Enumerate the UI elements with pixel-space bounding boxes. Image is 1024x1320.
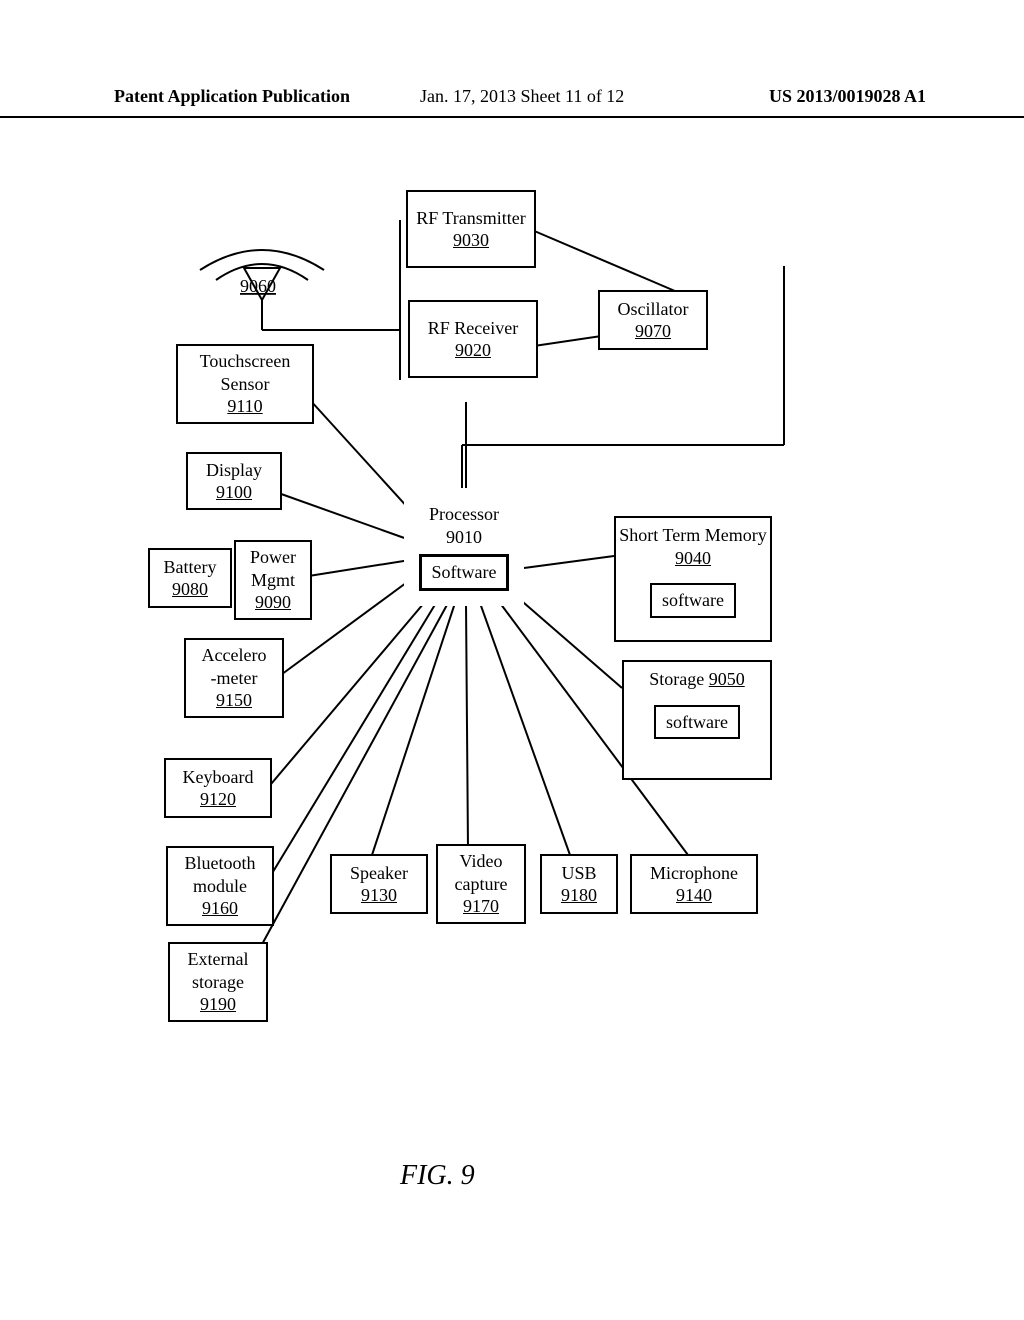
label: USB <box>561 862 596 885</box>
ref: 9100 <box>216 481 252 504</box>
label: Power Mgmt <box>236 546 310 591</box>
block-oscillator: Oscillator 9070 <box>598 290 708 350</box>
block-accelerometer: Accelero -meter 9150 <box>184 638 284 718</box>
label: Touchscreen Sensor <box>178 350 312 395</box>
label-line2: -meter <box>211 667 258 690</box>
ref: 9130 <box>361 884 397 907</box>
label: Speaker <box>350 862 408 885</box>
ref: 9080 <box>172 578 208 601</box>
ref: 9110 <box>227 395 262 418</box>
ref: 9020 <box>455 339 491 362</box>
label: Display <box>206 459 262 482</box>
ref: 9090 <box>255 591 291 614</box>
ref: 9150 <box>216 689 252 712</box>
label: Keyboard <box>183 766 254 789</box>
label: Storage <box>649 669 704 689</box>
label: Oscillator <box>618 298 689 321</box>
block-bluetooth: Bluetooth module 9160 <box>166 846 274 926</box>
block-microphone: Microphone 9140 <box>630 854 758 914</box>
block-power-mgmt: Power Mgmt 9090 <box>234 540 312 620</box>
label: Short Term Memory <box>619 525 766 545</box>
block-rf-receiver: RF Receiver 9020 <box>408 300 538 378</box>
stm-software: software <box>650 583 736 618</box>
block-usb: USB 9180 <box>540 854 618 914</box>
ref: 9160 <box>202 897 238 920</box>
block-speaker: Speaker 9130 <box>330 854 428 914</box>
label: RF Transmitter <box>416 207 526 230</box>
ref: 9040 <box>675 548 711 568</box>
page: Patent Application Publication Jan. 17, … <box>0 0 1024 1320</box>
label-line1: Accelero <box>202 644 267 667</box>
block-rf-transmitter: RF Transmitter 9030 <box>406 190 536 268</box>
ref: 9010 <box>446 526 482 549</box>
ref: 9180 <box>561 884 597 907</box>
block-keyboard: Keyboard 9120 <box>164 758 272 818</box>
label: Bluetooth module <box>168 852 272 897</box>
processor-software: Software <box>419 554 510 591</box>
ref: 9190 <box>200 993 236 1016</box>
label: Battery <box>164 556 217 579</box>
label: Microphone <box>650 862 738 885</box>
label: External storage <box>170 948 266 993</box>
ref: 9050 <box>709 669 745 689</box>
antenna-ref: 9060 <box>240 276 276 296</box>
storage-software: software <box>654 705 740 740</box>
label: RF Receiver <box>428 317 518 340</box>
block-storage: Storage 9050 software <box>622 660 772 780</box>
ref: 9170 <box>463 895 499 918</box>
ref: 9140 <box>676 884 712 907</box>
ref: 9120 <box>200 788 236 811</box>
block-external-storage: External storage 9190 <box>168 942 268 1022</box>
figure-caption: FIG. 9 <box>400 1160 475 1192</box>
block-display: Display 9100 <box>186 452 282 510</box>
label: Processor <box>429 503 499 526</box>
block-short-term-memory: Short Term Memory 9040 software <box>614 516 772 642</box>
block-touchscreen: Touchscreen Sensor 9110 <box>176 344 314 424</box>
label: Video capture <box>438 850 524 895</box>
ref: 9070 <box>635 320 671 343</box>
ref: 9030 <box>453 229 489 252</box>
block-battery: Battery 9080 <box>148 548 232 608</box>
block-video-capture: Video capture 9170 <box>436 844 526 924</box>
block-processor: Processor 9010 Software <box>404 488 524 606</box>
